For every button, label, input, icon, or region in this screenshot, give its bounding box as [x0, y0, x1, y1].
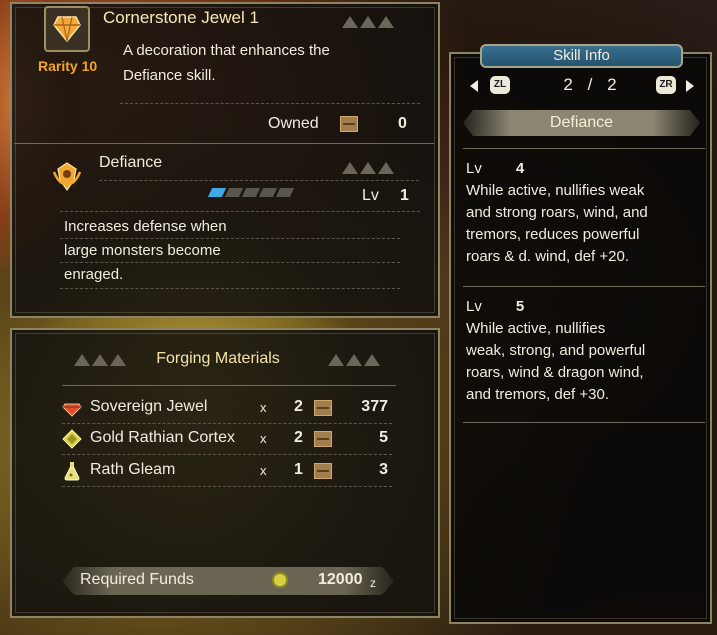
material-multiplier: x [260, 431, 267, 446]
decoration-description-line: Defiance skill. [123, 67, 216, 84]
level-description-line: and tremors, def +30. [466, 386, 609, 403]
item-box-icon [314, 400, 332, 416]
material-row: Sovereign Jewel x 2 377 [62, 394, 392, 422]
skill-level-entry: Lv 4 While active, nullifies weak and str… [466, 158, 706, 268]
divider [62, 486, 392, 487]
item-box-icon [314, 431, 332, 447]
divider [60, 288, 400, 289]
divider [14, 143, 434, 144]
defiance-skill-icon [52, 162, 82, 192]
skill-tab-defiance[interactable]: Defiance [463, 110, 700, 136]
panel-ornament [328, 354, 380, 368]
rarity-label: Rarity 10 [38, 58, 98, 74]
skill-description-line: large monsters become [64, 242, 221, 259]
skill-level-heading: Lv 4 [466, 158, 706, 180]
level-prefix: Lv [466, 298, 482, 315]
divider [60, 238, 400, 239]
required-funds-value: 12000 [318, 571, 363, 588]
material-row: Rath Gleam x 1 3 [62, 457, 392, 485]
skill-level-segment [275, 188, 295, 197]
skill-level-value: 1 [400, 187, 409, 204]
skill-name: Defiance [99, 154, 163, 171]
divider [62, 385, 396, 386]
material-name: Gold Rathian Cortex [90, 429, 235, 446]
divider [463, 148, 705, 149]
skill-level-heading: Lv 5 [466, 296, 706, 318]
divider [99, 180, 419, 181]
material-name: Rath Gleam [90, 461, 176, 478]
level-description-line: tremors, reduces powerful [466, 226, 640, 243]
divider [62, 454, 392, 455]
funds-unit: z [370, 576, 376, 590]
skill-level-bar [207, 188, 295, 197]
flask-icon [62, 461, 82, 481]
decoration-jewel-icon [44, 6, 90, 52]
material-required-qty: 2 [294, 429, 303, 446]
level-description-line: roars & d. wind, def +20. [466, 248, 630, 265]
level-description-line: While active, nullifies [466, 320, 606, 337]
skill-level-segment [224, 188, 244, 197]
material-required-qty: 2 [294, 398, 303, 415]
skill-description-line: enraged. [64, 266, 124, 283]
panel-ornament [342, 16, 394, 30]
item-box-icon [314, 463, 332, 479]
material-multiplier: x [260, 463, 267, 478]
skill-page-indicator: 2 / 2 [550, 75, 630, 95]
skill-level-label: Lv [362, 187, 379, 204]
material-owned-qty: 3 [379, 461, 388, 478]
zenny-coin-icon [272, 572, 288, 588]
divider [463, 286, 705, 287]
divider [62, 423, 392, 424]
item-box-icon [340, 116, 358, 132]
level-description-line: weak, strong, and powerful [466, 342, 646, 359]
page-separator: / [587, 75, 593, 94]
next-page-arrow-icon[interactable] [686, 80, 694, 92]
decoration-description: A decoration that enhances the Defiance … [123, 38, 393, 88]
page-current: 2 [563, 75, 573, 94]
gem-icon [62, 398, 82, 418]
divider [60, 262, 400, 263]
previous-page-arrow-icon[interactable] [470, 80, 478, 92]
skill-level-segment [258, 188, 278, 197]
scale-icon [62, 429, 82, 449]
owned-label: Owned [268, 115, 319, 132]
material-row: Gold Rathian Cortex x 2 5 [62, 425, 392, 453]
skill-page-nav: ZL 2 / 2 ZR [470, 75, 700, 97]
level-prefix: Lv [466, 160, 482, 177]
skill-level-segment [207, 188, 227, 197]
level-number: 5 [515, 298, 525, 315]
divider [60, 211, 420, 212]
decoration-name: Cornerstone Jewel 1 [103, 8, 259, 27]
material-name: Sovereign Jewel [90, 398, 208, 415]
material-required-qty: 1 [294, 461, 303, 478]
material-multiplier: x [260, 400, 267, 415]
skill-level-segment [241, 188, 261, 197]
required-funds-label: Required Funds [80, 571, 194, 588]
level-number: 4 [515, 160, 525, 177]
material-owned-qty: 377 [361, 398, 388, 415]
zl-button[interactable]: ZL [490, 76, 510, 94]
page-total: 2 [607, 75, 617, 94]
zr-button[interactable]: ZR [656, 76, 676, 94]
panel-ornament [342, 162, 394, 176]
panel-ornament [74, 354, 126, 368]
skill-info-title: Skill Info [480, 44, 683, 68]
forging-materials-header: Forging Materials [156, 350, 280, 367]
level-description-line: While active, nullifies weak [466, 182, 645, 199]
decoration-description-line: A decoration that enhances the [123, 42, 330, 59]
divider [463, 422, 705, 423]
skill-level-entry: Lv 5 While active, nullifies weak, strong… [466, 296, 706, 406]
owned-value: 0 [398, 115, 407, 132]
material-owned-qty: 5 [379, 429, 388, 446]
skill-description-line: Increases defense when [64, 218, 227, 235]
divider [120, 103, 420, 104]
level-description-line: and strong roars, wind, and [466, 204, 648, 221]
level-description-line: roars, wind & dragon wind, [466, 364, 644, 381]
skill-description: Increases defense when large monsters be… [64, 215, 364, 287]
